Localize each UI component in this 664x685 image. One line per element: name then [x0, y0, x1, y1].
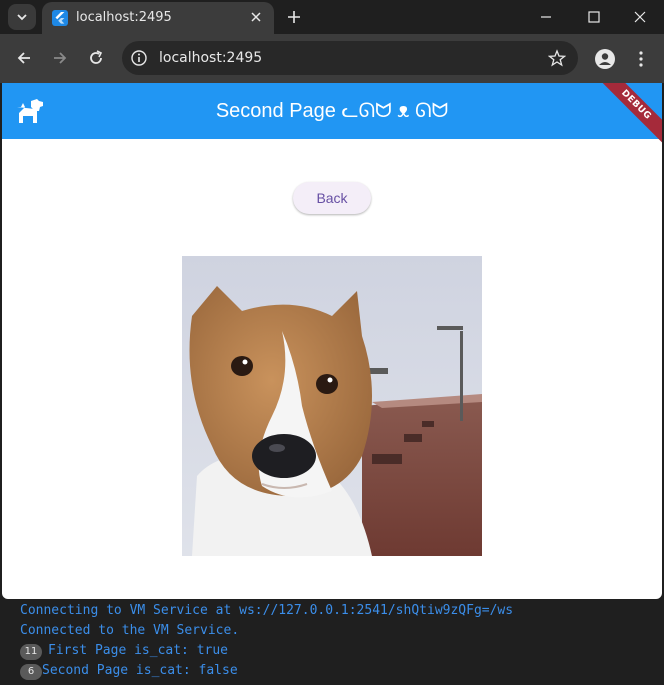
repeat-count-badge: 11	[20, 644, 42, 660]
site-info-icon[interactable]	[130, 49, 148, 67]
console-line: First Page is_cat: true	[48, 643, 229, 658]
browser-title-bar: localhost:2495	[0, 0, 664, 34]
debug-console: Connecting to VM Service at ws://127.0.0…	[0, 599, 664, 685]
back-arrow-icon[interactable]	[14, 48, 34, 68]
app-bar: Second Page ᓚᘏᗢ ᴥ ᘏᗢ DEBUG	[2, 83, 662, 147]
tab-search-button[interactable]	[8, 4, 36, 30]
page-title: Second Page ᓚᘏᗢ ᴥ ᘏᗢ	[215, 100, 449, 122]
console-line: Second Page is_cat: false	[42, 663, 238, 678]
forward-arrow-icon[interactable]	[50, 48, 70, 68]
console-line: Connecting to VM Service at ws://127.0.0…	[20, 603, 514, 618]
chevron-down-icon	[17, 14, 27, 21]
url-text: localhost:2495	[159, 50, 263, 66]
app-viewport: Second Page ᓚᘏᗢ ᴥ ᘏᗢ DEBUG Back	[2, 83, 662, 599]
close-icon[interactable]	[248, 9, 264, 25]
minimize-icon[interactable]	[535, 6, 557, 28]
reload-icon[interactable]	[86, 48, 106, 68]
corgi-dog-photo	[182, 256, 482, 556]
flutter-icon	[52, 10, 68, 26]
new-tab-icon[interactable]	[284, 7, 304, 27]
console-line: Connected to the VM Service.	[20, 623, 240, 638]
repeat-count-badge: 6	[20, 664, 42, 680]
tab-title: localhost:2495	[76, 10, 172, 25]
profile-icon[interactable]	[594, 48, 616, 70]
maximize-icon[interactable]	[583, 6, 605, 28]
browser-toolbar: localhost:2495	[0, 34, 664, 83]
address-bar[interactable]: localhost:2495	[122, 41, 578, 75]
bookmark-star-icon[interactable]	[548, 49, 566, 67]
more-menu-icon[interactable]	[632, 48, 650, 70]
window-close-icon[interactable]	[629, 6, 651, 28]
browser-tab[interactable]: localhost:2495	[42, 2, 274, 34]
back-button[interactable]: Back	[293, 182, 371, 214]
